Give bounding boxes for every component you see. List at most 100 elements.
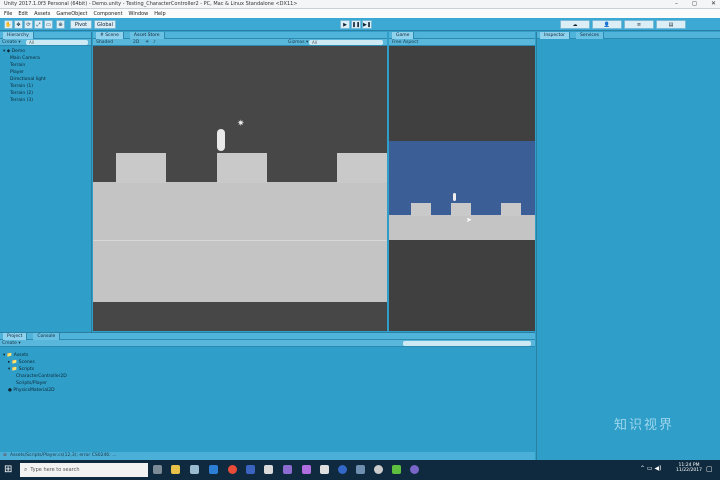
status-message: Assets/Scripts/Player.cs(12,3): error CS… xyxy=(10,453,117,458)
game-player xyxy=(453,193,456,201)
menu-component[interactable]: Component xyxy=(94,11,123,17)
taskbar-clock[interactable]: 11:24 PM 11/22/2017 xyxy=(676,463,702,473)
app-icon[interactable] xyxy=(338,465,347,474)
store-icon[interactable] xyxy=(190,465,199,474)
close-icon[interactable]: ✕ xyxy=(711,0,716,9)
task-view-icon[interactable] xyxy=(153,465,162,474)
menu-edit[interactable]: Edit xyxy=(18,11,28,17)
main-toolbar: ✋ ✥ ⟳ ⤢ ▭ ⊕ Pivot Global ▶ ❚❚ ▶❚ ☁ 👤 ≡ ▤ xyxy=(0,18,720,31)
player-capsule[interactable] xyxy=(217,129,225,151)
scene-search-input[interactable]: All xyxy=(309,40,383,45)
hierarchy-header: Hierarchy xyxy=(0,31,91,39)
app-icon[interactable] xyxy=(392,465,401,474)
step-icon[interactable]: ▶❚ xyxy=(362,20,372,29)
minimize-icon[interactable]: – xyxy=(675,0,678,9)
layout-dropdown[interactable]: ▤ xyxy=(656,20,686,29)
project-file[interactable]: ● PhysicsMaterial2D xyxy=(8,388,55,393)
hierarchy-item[interactable]: Player xyxy=(10,70,24,75)
layers-dropdown[interactable]: ≡ xyxy=(624,20,654,29)
global-toggle[interactable]: Global xyxy=(94,20,116,29)
hierarchy-item[interactable]: Main Camera xyxy=(10,56,40,61)
audio-icon[interactable]: ♪ xyxy=(153,40,156,45)
transform-tool-icon[interactable]: ⊕ xyxy=(56,20,65,29)
account-button[interactable]: 👤 xyxy=(592,20,622,29)
project-folder[interactable]: ▸ 📁 Scenes xyxy=(8,360,35,365)
hierarchy-search-input[interactable]: All xyxy=(26,40,88,45)
hierarchy-item[interactable]: Terrain (1) xyxy=(10,84,33,89)
game-platform xyxy=(451,203,471,216)
tab-game[interactable]: Game xyxy=(392,31,415,39)
menu-file[interactable]: File xyxy=(4,11,12,17)
tab-console[interactable]: Console xyxy=(33,332,61,340)
menu-assets[interactable]: Assets xyxy=(34,11,50,17)
game-ground xyxy=(389,215,535,240)
tab-project[interactable]: Project xyxy=(3,332,28,340)
project-create-button[interactable]: Create ▾ xyxy=(2,341,21,346)
terrain-platform xyxy=(217,153,267,183)
game-platform xyxy=(411,203,431,216)
menu-help[interactable]: Help xyxy=(154,11,165,17)
tab-inspector[interactable]: Inspector xyxy=(540,31,570,39)
hierarchy-item[interactable]: Terrain (2) xyxy=(10,91,33,96)
unity-icon[interactable] xyxy=(320,465,329,474)
tab-services[interactable]: Services xyxy=(576,31,604,39)
pause-icon[interactable]: ❚❚ xyxy=(351,20,361,29)
mouse-cursor-icon: ➤ xyxy=(466,216,472,224)
gizmos-dropdown[interactable]: Gizmos ▾ xyxy=(288,40,308,45)
hierarchy-subheader: Create ▾ All xyxy=(0,39,91,46)
rect-tool-icon[interactable]: ▭ xyxy=(44,20,53,29)
app-icon[interactable] xyxy=(264,465,273,474)
game-view[interactable]: ➤ xyxy=(389,46,535,331)
status-bar[interactable]: ⊘ Assets/Scripts/Player.cs(12,3): error … xyxy=(0,452,535,460)
notification-icon[interactable]: ▢ xyxy=(706,465,713,473)
chrome-icon[interactable] xyxy=(228,465,237,474)
tray-icons[interactable]: ⌃ ▭ ◀) xyxy=(640,465,661,472)
scene-view[interactable]: ✷ xyxy=(93,46,387,331)
taskbar-search-input[interactable]: ⌕ Type here to search xyxy=(20,463,148,477)
tab-scene[interactable]: # Scene xyxy=(96,31,124,39)
hierarchy-create-button[interactable]: Create ▾ xyxy=(2,40,21,45)
watermark-text: 知识视界 xyxy=(614,418,675,433)
scale-tool-icon[interactable]: ⤢ xyxy=(34,20,43,29)
light-gizmo-icon[interactable]: ✷ xyxy=(237,119,245,129)
play-icon[interactable]: ▶ xyxy=(340,20,350,29)
maximize-icon[interactable]: ◻ xyxy=(692,0,697,9)
hierarchy-item[interactable]: Terrain (3) xyxy=(10,98,33,103)
menu-window[interactable]: Window xyxy=(129,11,149,17)
pivot-toggle[interactable]: Pivot xyxy=(70,20,92,29)
shading-mode-dropdown[interactable]: Shaded xyxy=(96,40,113,45)
visual-studio-icon[interactable] xyxy=(283,465,292,474)
app-icon[interactable] xyxy=(410,465,419,474)
window-title-bar: Unity 2017.1.0f3 Personal (64bit) - Demo… xyxy=(0,0,720,9)
project-folder[interactable]: ▾ 📁 Assets xyxy=(3,353,28,358)
hierarchy-panel: Hierarchy Create ▾ All ▾ ◆ Demo Main Cam… xyxy=(0,31,92,332)
game-panel-header: Game Free Aspect xyxy=(389,31,535,46)
project-search-input[interactable] xyxy=(403,341,531,346)
app-icon[interactable] xyxy=(374,465,383,474)
app-icon[interactable] xyxy=(356,465,365,474)
project-folder[interactable]: ▾ 📁 Scripts xyxy=(8,367,34,372)
display-dropdown[interactable]: Free Aspect xyxy=(392,40,418,45)
windows-start-icon[interactable]: ⊞ xyxy=(4,464,12,475)
app-icon[interactable] xyxy=(302,465,311,474)
word-icon[interactable] xyxy=(246,465,255,474)
hierarchy-item-scene[interactable]: ▾ ◆ Demo xyxy=(3,49,25,54)
hierarchy-item[interactable]: Directional light xyxy=(10,77,46,82)
collab-button[interactable]: ☁ xyxy=(560,20,590,29)
terrain-edge-line xyxy=(93,240,387,241)
2d-toggle[interactable]: 2D xyxy=(133,40,139,45)
hierarchy-item[interactable]: Terrain xyxy=(10,63,25,68)
tab-asset-store[interactable]: Asset Store xyxy=(129,31,165,39)
project-file[interactable]: Scripts/Player xyxy=(16,381,47,386)
project-file[interactable]: CharacterController2D xyxy=(16,374,67,379)
menu-gameobject[interactable]: GameObject xyxy=(56,11,87,17)
edge-icon[interactable] xyxy=(209,465,218,474)
light-icon[interactable]: ☀ xyxy=(145,40,149,45)
terrain-ground xyxy=(93,182,387,302)
error-icon: ⊘ xyxy=(3,453,7,458)
rotate-tool-icon[interactable]: ⟳ xyxy=(24,20,33,29)
file-explorer-icon[interactable] xyxy=(171,465,180,474)
move-tool-icon[interactable]: ✥ xyxy=(14,20,23,29)
tab-hierarchy[interactable]: Hierarchy xyxy=(3,31,34,39)
hand-tool-icon[interactable]: ✋ xyxy=(4,20,13,29)
